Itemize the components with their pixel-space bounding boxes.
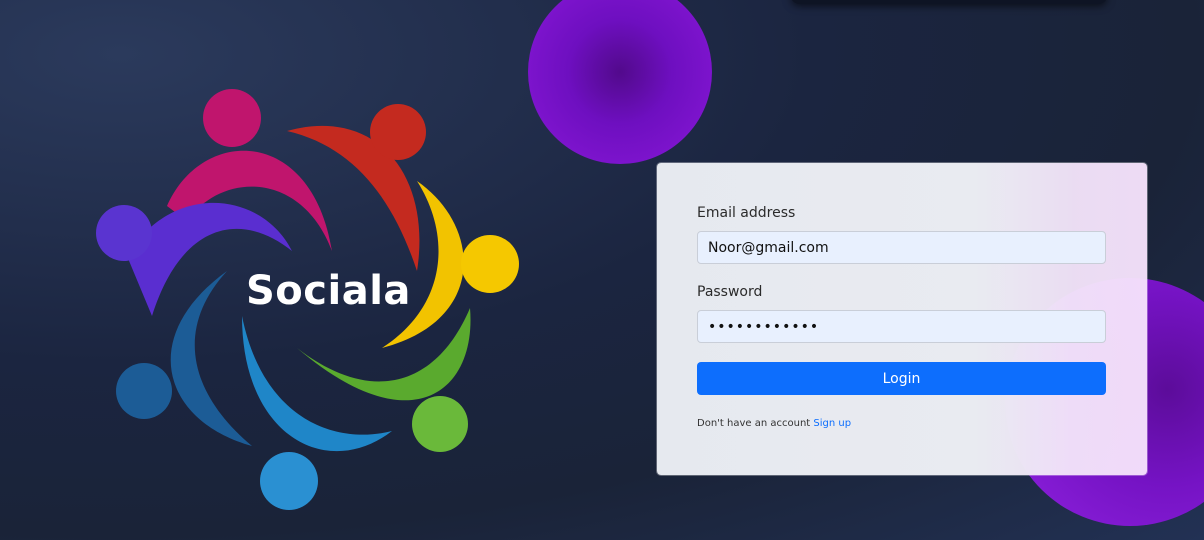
signup-prompt-line: Don't have an account Sign up <box>697 418 851 429</box>
login-card: Email address Password Login Don't have … <box>657 163 1147 475</box>
email-label: Email address <box>697 205 796 221</box>
signup-prompt-text: Don't have an account <box>697 418 811 429</box>
decorative-blob-top <box>528 0 712 164</box>
email-field[interactable] <box>697 231 1106 264</box>
signup-link[interactable]: Sign up <box>813 418 851 429</box>
top-shadow-bar <box>790 0 1108 4</box>
password-label: Password <box>697 284 763 300</box>
password-field[interactable] <box>697 310 1106 343</box>
login-button[interactable]: Login <box>697 362 1106 395</box>
brand-name: Sociala <box>246 268 411 314</box>
